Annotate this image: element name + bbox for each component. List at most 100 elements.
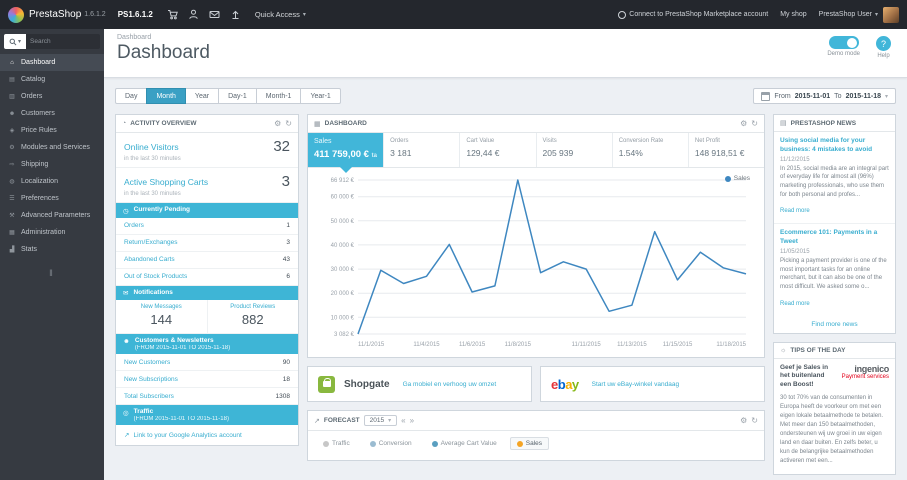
- forecast-legend: Traffic Conversion Average Cart Value Sa…: [308, 431, 764, 460]
- read-more-link[interactable]: Read more: [780, 301, 810, 307]
- sidebar-item-catalog[interactable]: ▤ Catalog: [0, 71, 104, 88]
- date-toolbar: Day Month Year Day-1 Month-1 Year-1 From…: [115, 88, 896, 104]
- sidebar-item-price-rules[interactable]: ◈ Price Rules: [0, 122, 104, 139]
- pending-row: Return/Exchanges 3: [116, 235, 298, 252]
- search-input[interactable]: [26, 34, 100, 49]
- sidebar-collapse-button[interactable]: ‖: [0, 268, 104, 278]
- shop-name-link[interactable]: PS1.6.1.2: [118, 10, 153, 19]
- range-button-year-1[interactable]: Year-1: [300, 88, 341, 104]
- my-shop-link[interactable]: My shop: [780, 11, 806, 18]
- ebay-link[interactable]: Start uw eBay-winkel vandaag: [592, 381, 679, 388]
- kpi-orders[interactable]: Orders 3 181: [384, 133, 461, 167]
- new-messages-stat[interactable]: New Messages 144: [116, 300, 207, 333]
- range-button-day-1[interactable]: Day-1: [218, 88, 257, 104]
- news-headline-link[interactable]: Ecommerce 101: Payments in a Tweet: [780, 229, 889, 247]
- dashboard-panel-title: DASHBOARD: [324, 120, 367, 127]
- globe-icon: ◎: [123, 409, 129, 417]
- new-customers-link[interactable]: New Customers: [124, 359, 170, 366]
- forecast-legend-conversion[interactable]: Conversion: [363, 437, 419, 450]
- chart-legend-sales[interactable]: Sales: [724, 175, 750, 182]
- sidebar-item-dashboard[interactable]: ⌂ Dashboard: [0, 54, 104, 71]
- traffic-section-header: ◎ Traffic (FROM 2015-11-01 TO 2015-11-18…: [116, 405, 298, 425]
- returns-link[interactable]: Return/Exchanges: [124, 239, 177, 246]
- range-button-year[interactable]: Year: [184, 88, 220, 104]
- tip-body: 30 tot 70% van de consumenten in Europa …: [780, 394, 884, 464]
- kpi-cart-value[interactable]: Cart Value 129,44 €: [460, 133, 537, 167]
- orders-link[interactable]: Orders: [124, 222, 144, 229]
- svg-text:11/1/2015: 11/1/2015: [358, 342, 385, 348]
- news-excerpt: Picking a payment provider is one of the…: [780, 257, 887, 290]
- sidebar-item-modules[interactable]: ⚙ Modules and Services: [0, 139, 104, 156]
- sidebar-item-shipping[interactable]: ⇨ Shipping: [0, 156, 104, 173]
- online-visitors-link[interactable]: Online Visitors: [124, 142, 179, 152]
- prestashop-logo-icon: [8, 6, 24, 23]
- chevron-down-icon: ▾: [388, 418, 392, 424]
- customers-icon: ☻: [8, 110, 16, 117]
- range-button-month-1[interactable]: Month-1: [255, 88, 302, 104]
- prev-year-button[interactable]: «: [401, 416, 405, 425]
- news-panel-title: PRESTASHOP NEWS: [790, 119, 857, 127]
- kpi-conversion-rate[interactable]: Conversion Rate 1.54%: [613, 133, 689, 167]
- total-subscribers-link[interactable]: Total Subscribers: [124, 393, 174, 400]
- next-year-button[interactable]: »: [410, 416, 414, 425]
- new-subscriptions-link[interactable]: New Subscriptions: [124, 376, 178, 383]
- customers-row: New Customers 90: [116, 354, 298, 371]
- quick-access-menu[interactable]: Quick Access ▾: [255, 10, 306, 19]
- range-button-day[interactable]: Day: [115, 88, 148, 104]
- refresh-icon[interactable]: ↻: [751, 119, 758, 128]
- range-button-month[interactable]: Month: [146, 88, 186, 104]
- catalog-icon: ▤: [9, 77, 15, 83]
- date-range-picker[interactable]: From 2015-11-01 To 2015-11-18 ▾: [753, 88, 896, 104]
- sidebar-item-stats[interactable]: ▟ Stats: [0, 241, 104, 258]
- kpi-net-profit[interactable]: Net Profit 148 918,51 €: [689, 133, 764, 167]
- sidebar-item-advanced-parameters[interactable]: ⚒ Advanced Parameters: [0, 207, 104, 224]
- refresh-icon[interactable]: ↻: [285, 119, 292, 128]
- gear-icon[interactable]: ⚙: [740, 119, 747, 128]
- home-icon: ⌂: [10, 59, 14, 66]
- abandoned-carts-link[interactable]: Abandoned Carts: [124, 256, 175, 263]
- legend-dot-icon: [431, 440, 438, 447]
- help-button[interactable]: ?: [876, 36, 891, 51]
- gear-icon[interactable]: ⚙: [740, 416, 747, 425]
- kpi-visits[interactable]: Visits 205 939: [537, 133, 613, 167]
- page-header: Dashboard Dashboard Demo mode ? Help: [104, 29, 907, 78]
- news-headline-link[interactable]: Using social media for your business: 4 …: [780, 137, 889, 155]
- user-icon[interactable]: [188, 9, 199, 20]
- demo-mode-toggle[interactable]: [828, 36, 859, 49]
- forecast-legend-average-cart-value[interactable]: Average Cart Value: [425, 437, 504, 450]
- date-from-value: 2015-11-01: [794, 92, 831, 100]
- kpi-sales[interactable]: Sales 411 759,00 € tax excl.: [308, 133, 385, 173]
- marketplace-link[interactable]: Connect to PrestaShop Marketplace accoun…: [618, 10, 768, 19]
- sidebar-item-customers[interactable]: ☻ Customers: [0, 105, 104, 122]
- forecast-legend-sales[interactable]: Sales: [509, 437, 549, 450]
- product-reviews-stat[interactable]: Product Reviews 882: [206, 300, 299, 333]
- news-excerpt: In 2015, social media are an integral pa…: [780, 165, 889, 198]
- find-more-news-link[interactable]: Find more news: [774, 316, 895, 333]
- shopgate-link[interactable]: Ga mobiel en verhoog uw omzet: [403, 381, 497, 388]
- cart-icon[interactable]: [167, 9, 178, 20]
- svg-text:50 000 €: 50 000 €: [331, 219, 355, 225]
- sidebar-item-localization[interactable]: ◍ Localization: [0, 173, 104, 190]
- upgrade-icon[interactable]: [230, 9, 241, 20]
- shopgate-promo: Shopgate Ga mobiel en verhoog uw omzet: [307, 366, 532, 402]
- svg-text:11/15/2015: 11/15/2015: [663, 342, 693, 348]
- forecast-legend-traffic[interactable]: Traffic: [316, 437, 357, 450]
- svg-text:20 000 €: 20 000 €: [331, 291, 355, 297]
- out-of-stock-link[interactable]: Out of Stock Products: [124, 273, 187, 280]
- refresh-icon[interactable]: ↻: [751, 416, 758, 425]
- sidebar-item-administration[interactable]: ▦ Administration: [0, 224, 104, 241]
- active-carts-link[interactable]: Active Shopping Carts: [124, 177, 208, 187]
- year-select[interactable]: 2015 ▾: [363, 415, 398, 426]
- read-more-link[interactable]: Read more: [780, 208, 810, 214]
- mail-icon[interactable]: [209, 9, 220, 20]
- google-analytics-link[interactable]: ↗ Link to your Google Analytics account: [116, 425, 298, 445]
- sidebar-item-preferences[interactable]: ☰ Preferences: [0, 190, 104, 207]
- sales-chart: Sales 66 912 € 60 000 € 50 000 € 40 000 € 30…: [308, 168, 764, 357]
- user-menu[interactable]: PrestaShop User ▾: [819, 6, 899, 23]
- search-scope-button[interactable]: ▾: [4, 34, 26, 49]
- sidebar-item-orders[interactable]: ▥ Orders: [0, 88, 104, 105]
- forecast-panel-title: FORECAST: [323, 417, 360, 424]
- svg-text:40 000 €: 40 000 €: [331, 243, 355, 249]
- gear-icon[interactable]: ⚙: [274, 119, 281, 128]
- main-area: Dashboard Dashboard Demo mode ? Help Day: [104, 29, 907, 480]
